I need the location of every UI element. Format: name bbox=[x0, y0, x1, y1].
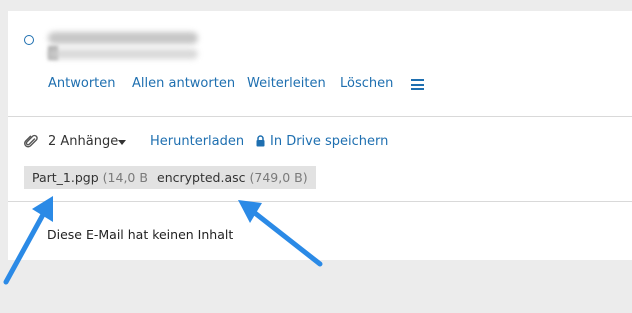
annotation-arrow-shaft-right bbox=[248, 207, 323, 267]
annotation-arrow-head-right bbox=[238, 200, 262, 223]
annotation-arrow-shaft-left bbox=[3, 208, 48, 285]
annotation-arrows bbox=[3, 196, 323, 285]
